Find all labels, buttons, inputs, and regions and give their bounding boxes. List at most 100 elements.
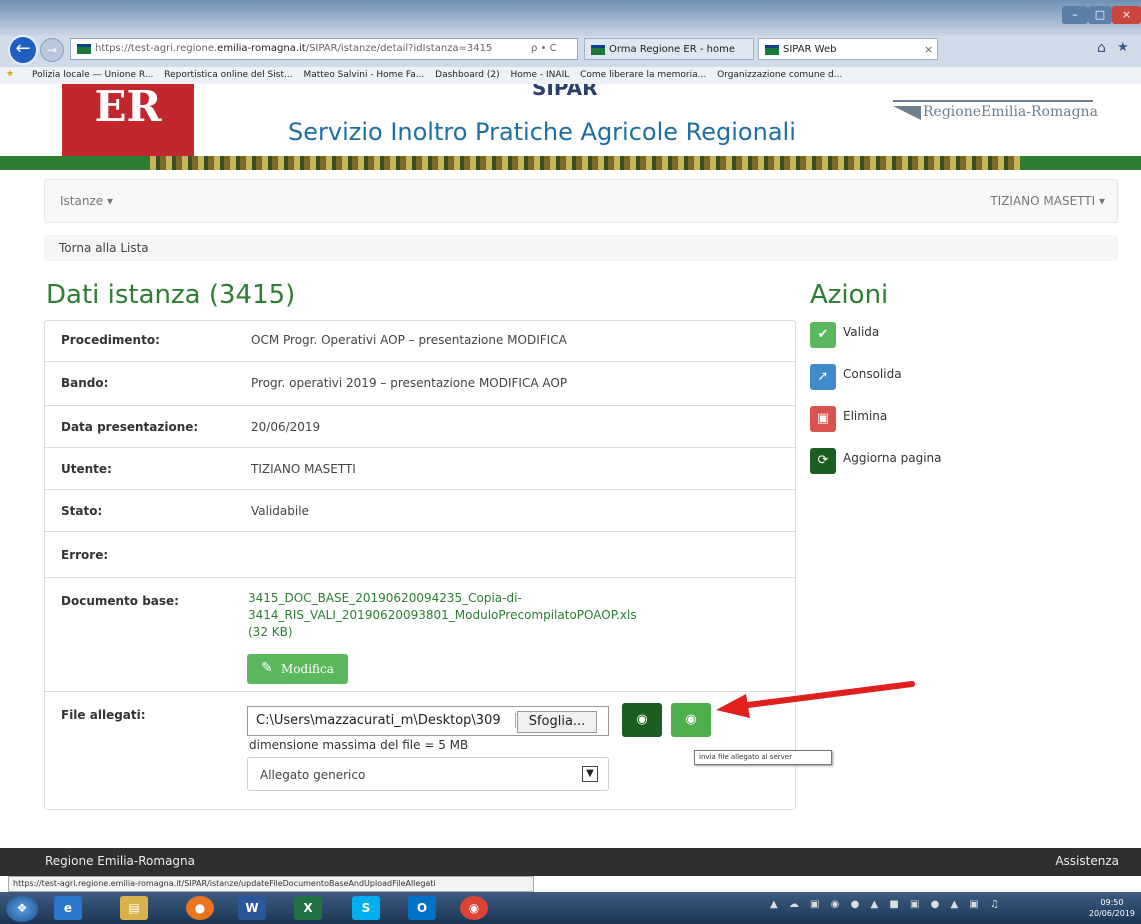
window-titlebar: – □ ×: [0, 0, 1141, 36]
forward-button[interactable]: →: [40, 38, 64, 62]
action-label: Elimina: [843, 409, 888, 423]
row-value: 20/06/2019: [251, 420, 321, 434]
url-domain: emilia-romagna.it: [217, 43, 306, 54]
detail-row-procedimento: Procedimento: OCM Progr. Operativi AOP –…: [45, 321, 795, 361]
word-icon[interactable]: W: [238, 896, 266, 920]
row-label: File allegati:: [61, 708, 146, 722]
upload-attachment-button[interactable]: ◉: [671, 703, 711, 737]
system-tray[interactable]: ▲ ☁ ▣ ◉ ● ▲ ■ ▣ ● ▲ ▣ ♫: [770, 899, 1090, 917]
selected-attachment-type: Allegato generico: [260, 768, 366, 782]
detail-row-documento-base: Documento base: 3415_DOC_BASE_2019062009…: [45, 577, 795, 691]
check-icon: ✔: [810, 322, 836, 348]
sipar-logo-text: SIPAR: [532, 84, 598, 98]
url-prefix: https://test-agri.regione.: [95, 43, 218, 54]
row-label: Errore:: [61, 548, 109, 562]
bookmark-item[interactable]: Come liberare la memoria...: [580, 70, 706, 80]
maximize-button[interactable]: □: [1088, 6, 1112, 24]
chevron-down-icon[interactable]: ▼: [582, 766, 598, 782]
breadcrumb: Torna alla Lista: [44, 235, 1118, 261]
detail-row-bando: Bando: Progr. operativi 2019 – presentaz…: [45, 361, 795, 405]
file-explorer-icon[interactable]: ▤: [120, 896, 148, 920]
user-menu-dropdown[interactable]: TIZIANO MASETTI ▾: [990, 194, 1105, 208]
bookmark-item[interactable]: Organizzazione comune d...: [717, 70, 842, 80]
refresh-icon: ⟳: [810, 448, 836, 474]
firefox-icon[interactable]: ●: [186, 896, 214, 920]
upload-icon: ◉: [685, 712, 697, 727]
region-logo[interactable]: RegioneEmilia-Romagna: [893, 100, 1098, 138]
chrome-icon[interactable]: ◉: [460, 896, 488, 920]
close-window-button[interactable]: ×: [1112, 6, 1141, 24]
tab-label: Orma Regione ER - home: [609, 44, 736, 55]
tab-favicon-icon: [591, 45, 605, 55]
file-path-text[interactable]: C:\Users\mazzacurati_m\Desktop\309: [256, 713, 516, 728]
upload-tooltip: invia file allegato al server: [694, 750, 832, 765]
row-label: Bando:: [61, 376, 109, 390]
tab-close-icon[interactable]: ×: [924, 43, 933, 56]
reset-file-button[interactable]: ◉: [622, 703, 662, 737]
top-navbar: Istanze ▾ TIZIANO MASETTI ▾: [44, 179, 1118, 223]
action-label: Consolida: [843, 367, 902, 381]
document-filename-line2: 3414_RIS_VALI_20190620093801_ModuloPreco…: [248, 608, 637, 622]
home-icon[interactable]: ⌂: [1097, 40, 1106, 56]
row-label: Documento base:: [61, 594, 179, 608]
modify-document-button[interactable]: ✎ Modifica: [247, 654, 348, 684]
nav-istanze-dropdown[interactable]: Istanze ▾: [60, 194, 113, 208]
circle-icon: ◉: [636, 712, 648, 727]
attachment-type-select[interactable]: Allegato generico ▼: [247, 757, 609, 791]
browser-tab-orma[interactable]: Orma Regione ER - home: [584, 38, 754, 60]
pencil-icon: ✎: [261, 660, 273, 676]
favorites-star-icon[interactable]: ★: [1117, 40, 1129, 55]
pin-icon: ➚: [810, 364, 836, 390]
detail-row-data-presentazione: Data presentazione: 20/06/2019: [45, 405, 795, 447]
address-bar[interactable]: https://test-agri.regione.emilia-romagna…: [70, 38, 578, 60]
banner-green-band: [0, 156, 150, 170]
internet-explorer-icon[interactable]: e: [54, 896, 82, 920]
outlook-icon[interactable]: O: [408, 896, 436, 920]
actions-title: Azioni: [810, 280, 889, 310]
bookmark-item[interactable]: Dashboard (2): [435, 70, 499, 80]
page-title: Dati istanza (3415): [46, 280, 296, 310]
row-value: OCM Progr. Operativi AOP – presentazione…: [251, 333, 567, 347]
bookmark-item[interactable]: Home - INAIL: [510, 70, 569, 80]
er-logo[interactable]: ER: [62, 84, 194, 158]
taskbar-clock[interactable]: 09:50 20/06/2019: [1089, 897, 1135, 919]
excel-icon[interactable]: X: [294, 896, 322, 920]
footer-assistance-link[interactable]: Assistenza: [1055, 854, 1119, 868]
browser-status-url: https://test-agri.regione.emilia-romagna…: [8, 876, 534, 892]
back-to-list-link[interactable]: Torna alla Lista: [59, 241, 149, 255]
skype-icon[interactable]: S: [352, 896, 380, 920]
minimize-button[interactable]: –: [1062, 6, 1088, 24]
favorites-star-icon: ★: [6, 69, 15, 79]
browse-button[interactable]: Sfoglia...: [517, 711, 597, 733]
bookmark-item[interactable]: Reportistica online del Sist...: [164, 70, 292, 80]
file-upload-input[interactable]: C:\Users\mazzacurati_m\Desktop\309 Sfogl…: [247, 706, 609, 736]
arrow-left-icon: ←: [15, 38, 31, 59]
tab-favicon-icon: [765, 45, 779, 55]
action-label: Aggiorna pagina: [843, 451, 942, 465]
url-path: /SIPAR/istanze/detail?idIstanza=3415: [305, 43, 493, 54]
file-size-hint: dimensione massima del file = 5 MB: [249, 738, 469, 752]
footer-region-link[interactable]: Regione Emilia-Romagna: [45, 854, 195, 868]
document-size: (32 KB): [248, 625, 293, 639]
arrow-head: [716, 694, 750, 718]
header-banner-image: [0, 156, 1141, 170]
row-value: Progr. operativi 2019 – presentazione MO…: [251, 376, 568, 390]
document-link[interactable]: 3415_DOC_BASE_20190620094235_Copia-di- 3…: [248, 590, 637, 641]
bookmark-item[interactable]: Polizia locale — Unione R...: [32, 70, 153, 80]
bookmark-item[interactable]: Matteo Salvini - Home Fa...: [303, 70, 424, 80]
region-logo-text: RegioneEmilia-Romagna: [923, 104, 1098, 120]
clock-time: 09:50: [1100, 898, 1124, 907]
logo-rule: [893, 100, 1093, 102]
clock-date: 20/06/2019: [1088, 909, 1135, 918]
trash-icon: ▣: [810, 406, 836, 432]
url-controls[interactable]: ρ • C: [531, 43, 557, 54]
start-orb-icon[interactable]: ❖: [6, 896, 38, 922]
row-label: Procedimento:: [61, 333, 160, 347]
site-favicon-icon: [77, 44, 91, 54]
arrow-shaft: [737, 681, 915, 709]
site-footer: Regione Emilia-Romagna Assistenza: [0, 848, 1141, 876]
detail-row-stato: Stato: Validabile: [45, 489, 795, 531]
browser-tab-sipar[interactable]: SIPAR Web ×: [758, 38, 938, 60]
row-value: TIZIANO MASETTI: [251, 462, 356, 476]
back-button[interactable]: ←: [8, 35, 38, 65]
